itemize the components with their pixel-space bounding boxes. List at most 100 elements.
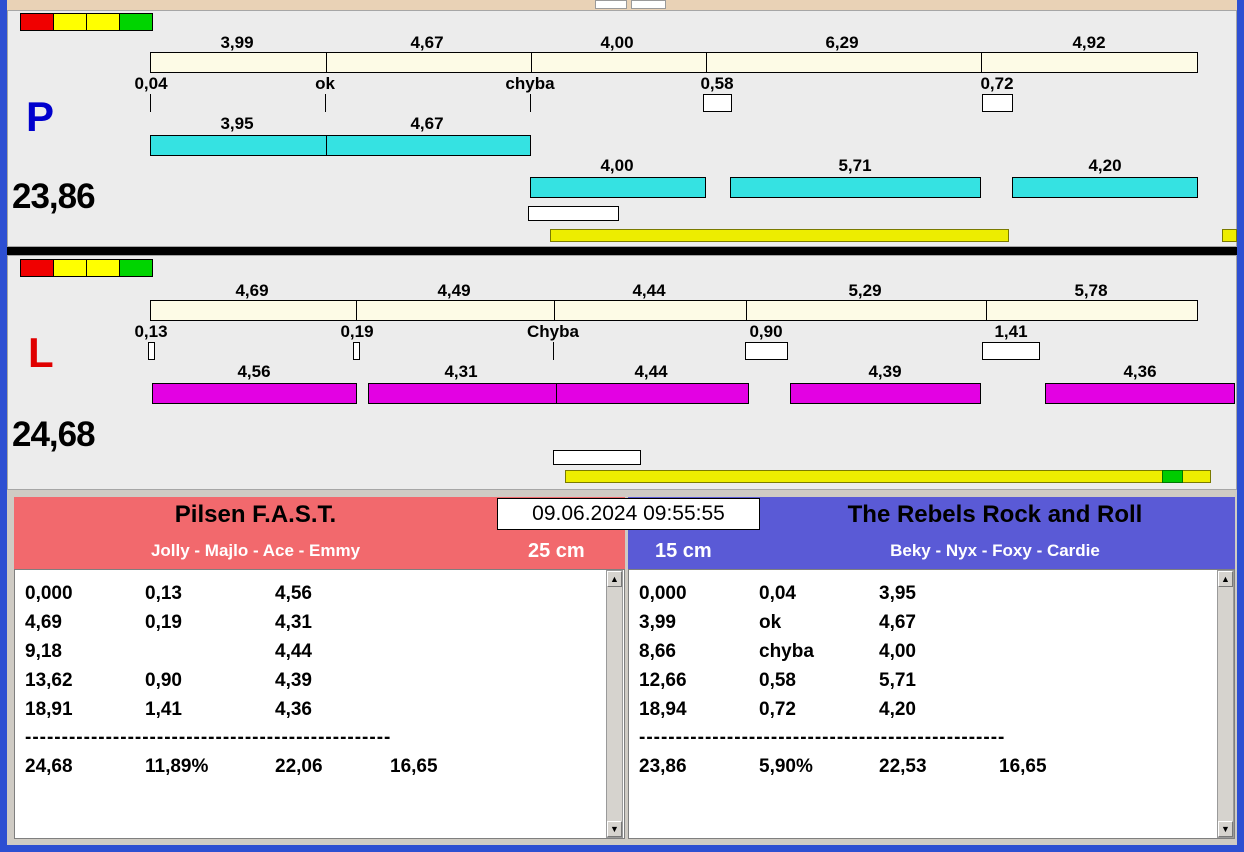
split-divider: [746, 300, 747, 321]
mark-tick: [530, 94, 531, 112]
left-table-cell: 4,56: [275, 583, 312, 604]
lane-p-split-label-4: 6,29: [825, 33, 859, 52]
lane-p-progress-fragment: [1222, 229, 1237, 242]
right-table-cell: 4,20: [879, 699, 916, 720]
lane-l-dog-time-label-4: 4,39: [868, 362, 902, 381]
lane-p-dog-time-label-4: 5,71: [838, 156, 872, 175]
scroll-up-icon: ▲: [610, 574, 619, 584]
scroll-up-button[interactable]: ▲: [1218, 571, 1233, 587]
lane-p-fault-box-1: [703, 94, 732, 112]
left-table-cell: 0,13: [145, 583, 182, 604]
lane-p-dog-bar-2: [530, 177, 706, 198]
right-results-table: [628, 569, 1235, 839]
left-table-separator: ----------------------------------------…: [25, 727, 392, 748]
left-table-cell: 4,31: [275, 612, 312, 633]
lane-l-mark-2: 0,19: [340, 322, 374, 341]
right-table-cell: 4,00: [879, 641, 916, 662]
traffic-green-segment: [120, 260, 152, 276]
mark-tick: [325, 94, 326, 112]
split-divider: [986, 300, 987, 321]
left-table-cell: 0,90: [145, 670, 182, 691]
right-table-cell: 18,94: [639, 699, 687, 720]
split-divider: [326, 52, 327, 73]
scroll-down-icon: ▼: [1221, 824, 1230, 834]
window-border-bottom: [0, 845, 1244, 852]
scroll-down-button[interactable]: ▼: [1218, 821, 1233, 837]
traffic-red-segment: [21, 14, 54, 30]
right-table-total: 23,86: [639, 756, 687, 777]
split-divider: [356, 300, 357, 321]
right-table-cell: ok: [759, 612, 782, 633]
lane-l-dog-bar-1: [152, 383, 357, 404]
right-table-cell: 5,71: [879, 670, 916, 691]
left-results-table: [14, 569, 625, 839]
lane-p-mark-5: 0,72: [980, 74, 1014, 93]
left-table-cell: 0,19: [145, 612, 182, 633]
lane-l-fault-box-3: [745, 342, 788, 360]
lane-p-dog-time-label-5: 4,20: [1088, 156, 1122, 175]
right-table-cell: 3,99: [639, 612, 676, 633]
right-table-cell: 8,66: [639, 641, 676, 662]
lane-l-fault-box-1: [148, 342, 155, 360]
lane-p-split-label-2: 4,67: [410, 33, 444, 52]
lane-p-dog-time-label-3: 4,00: [600, 156, 634, 175]
left-table-cell: 1,41: [145, 699, 182, 720]
lane-p-dog-bar-3: [730, 177, 981, 198]
mark-tick: [150, 94, 151, 112]
lane-p-dog-time-label-1: 3,95: [220, 114, 254, 133]
right-table-cell: 0,000: [639, 583, 687, 604]
left-table-total: 11,89%: [145, 756, 209, 777]
timing-app-window: P 3,99 4,67 4,00 6,29 4,92 0,04 ok chyba…: [0, 0, 1244, 852]
split-divider: [531, 52, 532, 73]
lane-l-dog-time-label-5: 4,36: [1123, 362, 1157, 381]
left-table-cell: 0,000: [25, 583, 73, 604]
left-table-cell: 13,62: [25, 670, 73, 691]
traffic-green-segment: [120, 14, 152, 30]
panel-gap: [7, 490, 1237, 497]
left-table-cell: 4,44: [275, 641, 312, 662]
left-team-name: Pilsen F.A.S.T.: [174, 501, 337, 528]
right-table-total: 16,65: [999, 756, 1047, 777]
split-divider: [981, 52, 982, 73]
traffic-yellow-segment-1: [54, 260, 87, 276]
lane-p-mark-3: chyba: [505, 74, 555, 93]
right-table-scrollbar[interactable]: ▲ ▼: [1217, 570, 1234, 838]
lane-p-mark-4: 0,58: [700, 74, 734, 93]
lane-p-fault-box-2: [982, 94, 1013, 112]
right-team-name: The Rebels Rock and Roll: [847, 501, 1143, 528]
lane-p-split-label-1: 3,99: [220, 33, 254, 52]
scroll-up-button[interactable]: ▲: [607, 571, 622, 587]
titlebar-button-2[interactable]: [631, 0, 666, 9]
dog-bar-divider: [326, 135, 327, 156]
left-table-scrollbar[interactable]: ▲ ▼: [606, 570, 623, 838]
right-table-cell: 0,04: [759, 583, 796, 604]
lane-p-mark-2: ok: [315, 74, 335, 93]
right-table-cell: 3,95: [879, 583, 916, 604]
mark-tick: [553, 342, 554, 360]
lane-l-split-bar: [150, 300, 1198, 321]
right-table-cell: 0,72: [759, 699, 796, 720]
right-table-separator: ----------------------------------------…: [639, 727, 1006, 748]
lane-l-split-label-1: 4,69: [235, 281, 269, 300]
lane-p-traffic-light: [20, 13, 153, 31]
lane-l-letter: L: [28, 329, 54, 376]
scroll-down-button[interactable]: ▼: [607, 821, 622, 837]
lane-l-traffic-light: [20, 259, 153, 277]
lane-l-dog-bar-2: [368, 383, 749, 404]
right-team-dogs: Beky - Nyx - Foxy - Cardie: [890, 541, 1100, 560]
lane-p-progress-bar: [550, 229, 1009, 242]
titlebar-button-1[interactable]: [595, 0, 627, 9]
split-divider: [554, 300, 555, 321]
lane-l-marker-box: [553, 450, 641, 465]
lane-l-mark-4: 0,90: [749, 322, 783, 341]
left-table-total: 22,06: [275, 756, 323, 777]
lane-p-split-label-5: 4,92: [1072, 33, 1106, 52]
window-border-right: [1237, 0, 1244, 852]
lane-p-marker-box: [528, 206, 619, 221]
right-table-total: 5,90%: [759, 756, 813, 777]
left-table-total: 16,65: [390, 756, 438, 777]
lane-p-split-label-3: 4,00: [600, 33, 634, 52]
left-team-dogs: Jolly - Majlo - Ace - Emmy: [150, 541, 361, 560]
lane-p-total-time: 23,86: [12, 177, 96, 216]
lane-l-progress-green-marker: [1162, 470, 1183, 483]
